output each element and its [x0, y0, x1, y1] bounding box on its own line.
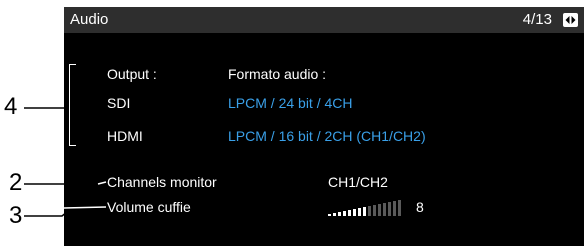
callout-leader-lines	[24, 107, 107, 217]
